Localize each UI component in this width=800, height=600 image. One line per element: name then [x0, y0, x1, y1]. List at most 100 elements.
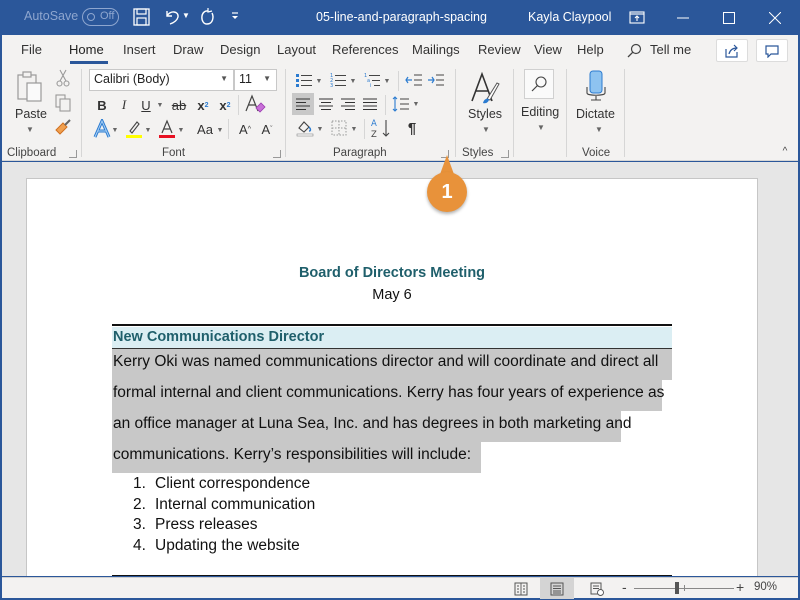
decrease-indent-button[interactable]	[404, 70, 424, 90]
grow-font-button[interactable]: A ^	[236, 119, 254, 139]
styles-button[interactable]	[468, 71, 502, 105]
bullets-button[interactable]	[294, 70, 314, 90]
list-item[interactable]: 3. Press releases	[133, 516, 315, 537]
justify-button[interactable]	[359, 93, 381, 115]
tab-file[interactable]: File	[21, 42, 42, 57]
tab-design[interactable]: Design	[220, 42, 260, 57]
font-color-dropdown-icon[interactable]: ▼	[177, 121, 185, 139]
list-item[interactable]: 4. Updating the website	[133, 537, 315, 558]
format-painter-button[interactable]	[54, 118, 72, 136]
zoom-out-button[interactable]: -	[622, 579, 627, 595]
print-layout-button[interactable]	[540, 578, 574, 599]
line-spacing-button[interactable]	[390, 93, 412, 115]
zoom-level[interactable]: 90%	[754, 581, 777, 593]
dictate-dropdown-icon[interactable]: ▼	[595, 125, 603, 134]
text-effects-button[interactable]	[92, 118, 112, 140]
maximize-button[interactable]	[706, 0, 752, 35]
borders-button[interactable]	[328, 117, 350, 139]
shrink-font-button[interactable]: Aˇ	[258, 119, 276, 139]
paragraph-line[interactable]: formal internal and client communication…	[112, 380, 664, 411]
paragraph-line[interactable]: communications. Kerry’s responsibilities…	[112, 442, 481, 473]
clipboard-dialog-launcher[interactable]	[69, 150, 77, 158]
customize-qat-icon[interactable]	[230, 10, 240, 32]
line-spacing-dropdown-icon[interactable]: ▼	[412, 96, 420, 112]
italic-button[interactable]: I	[115, 95, 133, 115]
read-mode-button[interactable]	[504, 578, 538, 599]
numbering-button[interactable]: 123	[328, 70, 348, 90]
tell-me-search[interactable]: Tell me	[650, 42, 691, 57]
font-dialog-launcher[interactable]	[273, 150, 281, 158]
tab-review[interactable]: Review	[478, 42, 521, 57]
strikethrough-button[interactable]: ab	[168, 95, 190, 115]
borders-dropdown-icon[interactable]: ▼	[350, 121, 358, 137]
list-item[interactable]: 1. Client correspondence	[133, 475, 315, 496]
document-page[interactable]: Board of Directors Meeting May 6 New Com…	[26, 178, 758, 576]
subscript-button[interactable]: x2	[194, 95, 212, 115]
superscript-button[interactable]: x2	[216, 95, 234, 115]
zoom-in-button[interactable]: +	[736, 579, 744, 595]
copy-button[interactable]	[54, 94, 72, 112]
autosave-toggle[interactable]: Off	[82, 8, 119, 26]
show-formatting-marks-button[interactable]: ¶	[402, 117, 422, 139]
tab-draw[interactable]: Draw	[173, 42, 203, 57]
highlight-color-button[interactable]	[124, 118, 144, 140]
tab-layout[interactable]: Layout	[277, 42, 316, 57]
sort-button[interactable]: AZ	[370, 116, 392, 140]
clear-formatting-button[interactable]	[244, 93, 266, 115]
styles-dialog-launcher[interactable]	[501, 150, 509, 158]
align-center-button[interactable]	[315, 93, 337, 115]
undo-dropdown-icon[interactable]: ▼	[182, 11, 192, 33]
styles-dropdown-icon[interactable]: ▼	[482, 125, 490, 134]
share-button[interactable]	[716, 39, 748, 62]
minimize-button[interactable]	[660, 0, 706, 35]
tab-view[interactable]: View	[534, 42, 562, 57]
increase-indent-button[interactable]	[426, 70, 446, 90]
font-size-combo[interactable]: 11 ▼	[234, 69, 277, 91]
tab-insert[interactable]: Insert	[123, 42, 156, 57]
close-button[interactable]	[752, 0, 798, 35]
align-left-button[interactable]	[292, 93, 314, 115]
editing-dropdown-icon[interactable]: ▼	[537, 123, 545, 132]
change-case-button[interactable]: Aa	[192, 119, 218, 139]
shading-dropdown-icon[interactable]: ▼	[316, 121, 324, 137]
font-name-combo[interactable]: Calibri (Body) ▼	[89, 69, 234, 91]
search-icon[interactable]	[626, 43, 642, 62]
zoom-slider-thumb[interactable]	[675, 582, 679, 594]
bold-button[interactable]: B	[93, 95, 111, 115]
paragraph-line[interactable]: an office manager at Luna Sea, Inc. and …	[112, 411, 631, 442]
user-name[interactable]: Kayla Claypool	[528, 10, 611, 24]
ribbon-display-options-button[interactable]	[614, 0, 660, 35]
list-item[interactable]: 2. Internal communication	[133, 496, 315, 517]
dictate-button[interactable]	[584, 69, 608, 103]
tab-references[interactable]: References	[332, 42, 398, 57]
highlight-dropdown-icon[interactable]: ▼	[144, 121, 152, 139]
paste-dropdown-icon[interactable]: ▼	[26, 125, 34, 134]
document-date[interactable]: May 6	[27, 287, 757, 303]
font-color-button[interactable]	[157, 118, 177, 140]
numbering-dropdown-icon[interactable]: ▼	[349, 73, 357, 89]
undo-icon[interactable]	[162, 6, 184, 28]
align-right-button[interactable]	[337, 93, 359, 115]
multilevel-list-button[interactable]: 1ai	[362, 70, 382, 90]
save-icon[interactable]	[132, 6, 154, 28]
editing-button[interactable]	[524, 69, 554, 99]
text-effects-dropdown-icon[interactable]: ▼	[111, 121, 119, 139]
paragraph-line[interactable]: Kerry Oki was named communications direc…	[112, 349, 672, 380]
tab-help[interactable]: Help	[577, 42, 604, 57]
comments-button[interactable]	[756, 39, 788, 62]
document-heading[interactable]: Board of Directors Meeting	[27, 265, 757, 281]
redo-icon[interactable]	[196, 6, 218, 28]
bullets-dropdown-icon[interactable]: ▼	[315, 73, 323, 89]
collapse-ribbon-icon[interactable]: ^	[778, 145, 792, 157]
multilevel-dropdown-icon[interactable]: ▼	[383, 73, 391, 89]
section-heading[interactable]: New Communications Director	[112, 327, 672, 349]
underline-button[interactable]: U	[137, 95, 155, 115]
tab-mailings[interactable]: Mailings	[412, 42, 460, 57]
cut-button[interactable]	[55, 69, 71, 87]
shading-button[interactable]	[294, 117, 316, 139]
paste-button[interactable]	[14, 71, 46, 103]
web-layout-button[interactable]	[580, 578, 614, 599]
underline-dropdown-icon[interactable]: ▼	[155, 95, 165, 115]
change-case-dropdown-icon[interactable]: ▼	[216, 121, 224, 139]
tab-home[interactable]: Home	[69, 42, 104, 57]
